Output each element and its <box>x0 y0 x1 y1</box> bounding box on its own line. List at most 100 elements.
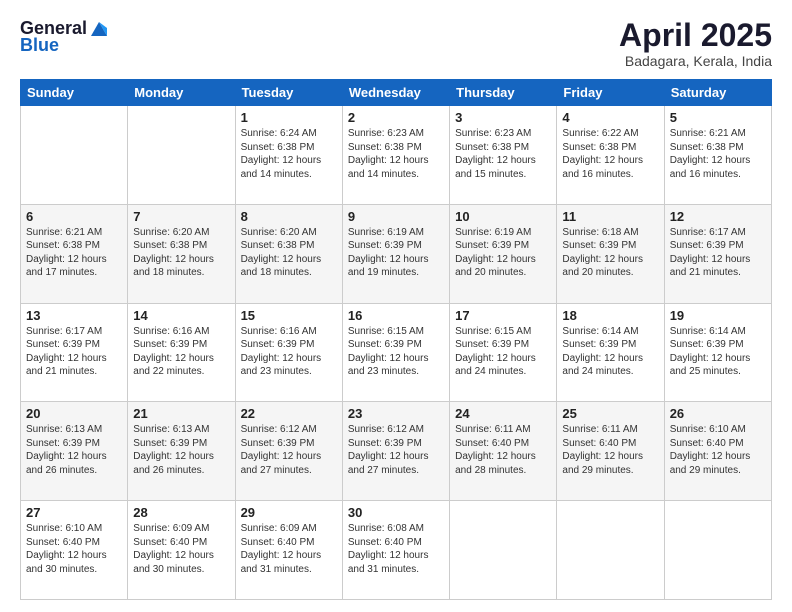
calendar-week-row: 27 Sunrise: 6:10 AM Sunset: 6:40 PM Dayli… <box>21 501 772 600</box>
calendar-cell: 26 Sunrise: 6:10 AM Sunset: 6:40 PM Dayli… <box>664 402 771 501</box>
day-info: Sunrise: 6:23 AM Sunset: 6:38 PM Dayligh… <box>348 127 444 181</box>
day-number: 30 <box>348 505 444 520</box>
col-header-tuesday: Tuesday <box>235 80 342 106</box>
calendar-cell: 17 Sunrise: 6:15 AM Sunset: 6:39 PM Dayli… <box>450 303 557 402</box>
day-number: 24 <box>455 406 551 421</box>
day-number: 13 <box>26 308 122 323</box>
col-header-thursday: Thursday <box>450 80 557 106</box>
calendar-cell: 1 Sunrise: 6:24 AM Sunset: 6:38 PM Daylig… <box>235 106 342 205</box>
day-number: 20 <box>26 406 122 421</box>
subtitle: Badagara, Kerala, India <box>619 53 772 69</box>
calendar-cell: 6 Sunrise: 6:21 AM Sunset: 6:38 PM Daylig… <box>21 204 128 303</box>
day-info: Sunrise: 6:10 AM Sunset: 6:40 PM Dayligh… <box>26 522 122 576</box>
day-number: 6 <box>26 209 122 224</box>
day-info: Sunrise: 6:24 AM Sunset: 6:38 PM Dayligh… <box>241 127 337 181</box>
calendar-cell: 12Sunrise: 6:17 AM Sunset: 6:39 PM Dayli… <box>664 204 771 303</box>
day-number: 2 <box>348 110 444 125</box>
day-number: 1 <box>241 110 337 125</box>
col-header-wednesday: Wednesday <box>342 80 449 106</box>
day-info: Sunrise: 6:21 AM Sunset: 6:38 PM Dayligh… <box>26 226 122 280</box>
calendar-cell: 15 Sunrise: 6:16 AM Sunset: 6:39 PM Dayli… <box>235 303 342 402</box>
day-info: Sunrise: 6:14 AM Sunset: 6:39 PM Dayligh… <box>562 325 658 379</box>
day-info: Sunrise: 6:13 AM Sunset: 6:39 PM Dayligh… <box>26 423 122 477</box>
day-number: 23 <box>348 406 444 421</box>
day-number: 25 <box>562 406 658 421</box>
day-info: Sunrise: 6:16 AM Sunset: 6:39 PM Dayligh… <box>133 325 229 379</box>
day-number: 19 <box>670 308 766 323</box>
calendar-table: SundayMondayTuesdayWednesdayThursdayFrid… <box>20 79 772 600</box>
calendar-week-row: 20 Sunrise: 6:13 AM Sunset: 6:39 PM Dayli… <box>21 402 772 501</box>
day-number: 9 <box>348 209 444 224</box>
calendar-cell: 24 Sunrise: 6:11 AM Sunset: 6:40 PM Dayli… <box>450 402 557 501</box>
title-block: April 2025 Badagara, Kerala, India <box>619 18 772 69</box>
day-number: 7 <box>133 209 229 224</box>
day-number: 16 <box>348 308 444 323</box>
calendar-cell: 9 Sunrise: 6:19 AM Sunset: 6:39 PM Daylig… <box>342 204 449 303</box>
day-info: Sunrise: 6:12 AM Sunset: 6:39 PM Dayligh… <box>241 423 337 477</box>
calendar-cell <box>450 501 557 600</box>
calendar-cell: 19 Sunrise: 6:14 AM Sunset: 6:39 PM Dayli… <box>664 303 771 402</box>
day-info: Sunrise: 6:22 AM Sunset: 6:38 PM Dayligh… <box>562 127 658 181</box>
calendar-week-row: 6 Sunrise: 6:21 AM Sunset: 6:38 PM Daylig… <box>21 204 772 303</box>
day-info: Sunrise: 6:20 AM Sunset: 6:38 PM Dayligh… <box>241 226 337 280</box>
day-number: 22 <box>241 406 337 421</box>
calendar-cell: 18 Sunrise: 6:14 AM Sunset: 6:39 PM Dayli… <box>557 303 664 402</box>
day-info: Sunrise: 6:17 AM Sunset: 6:39 PM Dayligh… <box>26 325 122 379</box>
calendar-cell: 13 Sunrise: 6:17 AM Sunset: 6:39 PM Dayli… <box>21 303 128 402</box>
day-info: Sunrise: 6:11 AM Sunset: 6:40 PM Dayligh… <box>562 423 658 477</box>
day-info: Sunrise: 6:11 AM Sunset: 6:40 PM Dayligh… <box>455 423 551 477</box>
page: General Blue April 2025 Badagara, Kerala… <box>0 0 792 612</box>
day-info: Sunrise: 6:09 AM Sunset: 6:40 PM Dayligh… <box>133 522 229 576</box>
calendar-week-row: 13 Sunrise: 6:17 AM Sunset: 6:39 PM Dayli… <box>21 303 772 402</box>
day-number: 21 <box>133 406 229 421</box>
day-info: Sunrise: 6:13 AM Sunset: 6:39 PM Dayligh… <box>133 423 229 477</box>
calendar-cell <box>21 106 128 205</box>
day-info: Sunrise: 6:14 AM Sunset: 6:39 PM Dayligh… <box>670 325 766 379</box>
day-info: Sunrise: 6:18 AM Sunset: 6:39 PM Dayligh… <box>562 226 658 280</box>
day-number: 3 <box>455 110 551 125</box>
day-number: 15 <box>241 308 337 323</box>
calendar-cell <box>557 501 664 600</box>
col-header-monday: Monday <box>128 80 235 106</box>
day-number: 10 <box>455 209 551 224</box>
day-info: Sunrise: 6:10 AM Sunset: 6:40 PM Dayligh… <box>670 423 766 477</box>
day-info: Sunrise: 6:23 AM Sunset: 6:38 PM Dayligh… <box>455 127 551 181</box>
calendar-cell <box>664 501 771 600</box>
day-number: 5 <box>670 110 766 125</box>
day-number: 17 <box>455 308 551 323</box>
day-info: Sunrise: 6:21 AM Sunset: 6:38 PM Dayligh… <box>670 127 766 181</box>
day-info: Sunrise: 6:15 AM Sunset: 6:39 PM Dayligh… <box>348 325 444 379</box>
calendar-cell: 2 Sunrise: 6:23 AM Sunset: 6:38 PM Daylig… <box>342 106 449 205</box>
calendar-cell: 3 Sunrise: 6:23 AM Sunset: 6:38 PM Daylig… <box>450 106 557 205</box>
day-number: 27 <box>26 505 122 520</box>
day-info: Sunrise: 6:09 AM Sunset: 6:40 PM Dayligh… <box>241 522 337 576</box>
col-header-saturday: Saturday <box>664 80 771 106</box>
calendar-cell: 16 Sunrise: 6:15 AM Sunset: 6:39 PM Dayli… <box>342 303 449 402</box>
day-number: 18 <box>562 308 658 323</box>
day-number: 26 <box>670 406 766 421</box>
calendar-cell: 27 Sunrise: 6:10 AM Sunset: 6:40 PM Dayli… <box>21 501 128 600</box>
calendar-cell: 23 Sunrise: 6:12 AM Sunset: 6:39 PM Dayli… <box>342 402 449 501</box>
main-title: April 2025 <box>619 18 772 53</box>
day-info: Sunrise: 6:08 AM Sunset: 6:40 PM Dayligh… <box>348 522 444 576</box>
calendar-cell <box>128 106 235 205</box>
day-number: 29 <box>241 505 337 520</box>
calendar-cell: 7Sunrise: 6:20 AM Sunset: 6:38 PM Daylig… <box>128 204 235 303</box>
calendar-cell: 11 Sunrise: 6:18 AM Sunset: 6:39 PM Dayli… <box>557 204 664 303</box>
day-number: 12 <box>670 209 766 224</box>
calendar-cell: 14Sunrise: 6:16 AM Sunset: 6:39 PM Dayli… <box>128 303 235 402</box>
calendar-cell: 4Sunrise: 6:22 AM Sunset: 6:38 PM Daylig… <box>557 106 664 205</box>
day-info: Sunrise: 6:19 AM Sunset: 6:39 PM Dayligh… <box>348 226 444 280</box>
day-info: Sunrise: 6:15 AM Sunset: 6:39 PM Dayligh… <box>455 325 551 379</box>
header: General Blue April 2025 Badagara, Kerala… <box>20 18 772 69</box>
calendar-header-row: SundayMondayTuesdayWednesdayThursdayFrid… <box>21 80 772 106</box>
col-header-sunday: Sunday <box>21 80 128 106</box>
day-number: 11 <box>562 209 658 224</box>
logo: General Blue <box>20 18 109 56</box>
day-number: 8 <box>241 209 337 224</box>
day-info: Sunrise: 6:19 AM Sunset: 6:39 PM Dayligh… <box>455 226 551 280</box>
calendar-week-row: 1 Sunrise: 6:24 AM Sunset: 6:38 PM Daylig… <box>21 106 772 205</box>
calendar-cell: 28Sunrise: 6:09 AM Sunset: 6:40 PM Dayli… <box>128 501 235 600</box>
day-info: Sunrise: 6:16 AM Sunset: 6:39 PM Dayligh… <box>241 325 337 379</box>
day-info: Sunrise: 6:12 AM Sunset: 6:39 PM Dayligh… <box>348 423 444 477</box>
